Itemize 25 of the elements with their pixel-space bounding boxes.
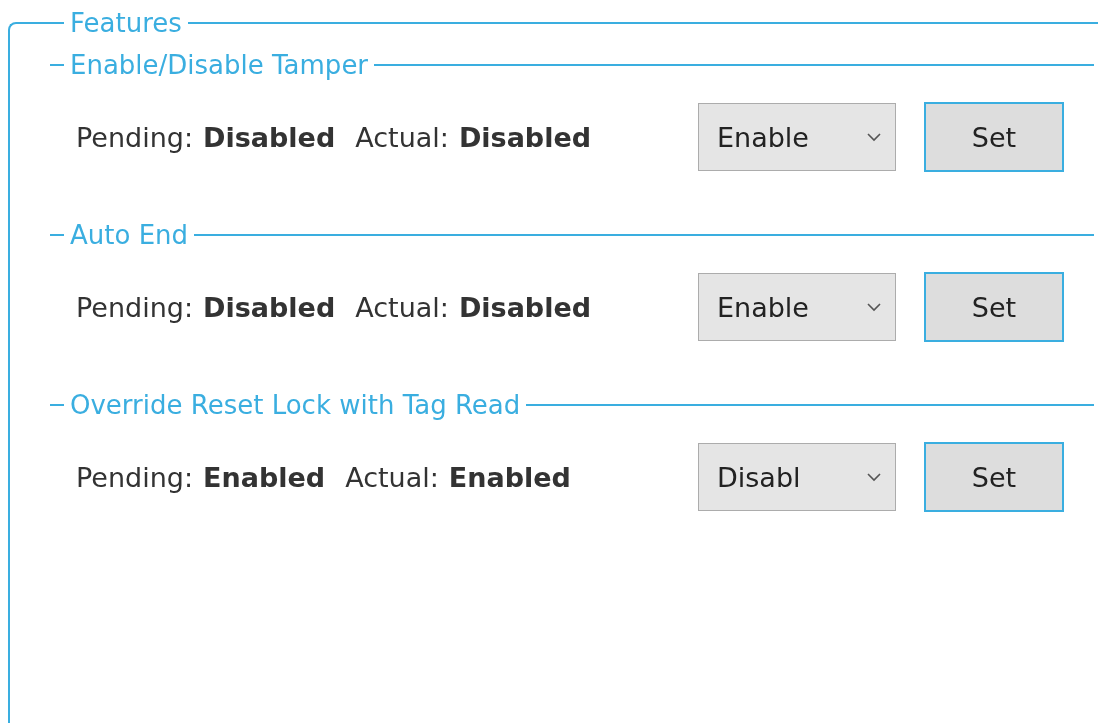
chevron-down-icon: [867, 472, 881, 482]
pending-value: Enabled: [203, 461, 326, 493]
set-button[interactable]: Set: [924, 102, 1064, 172]
section-title: Enable/Disable Tamper: [69, 50, 370, 80]
chevron-down-icon: [867, 302, 881, 312]
set-button[interactable]: Set: [924, 272, 1064, 342]
pending-label: Pending:: [76, 291, 194, 323]
actual-value: Disabled: [458, 121, 592, 153]
group-title: Features: [69, 8, 183, 38]
pending-value: Disabled: [203, 121, 336, 153]
pending-label: Pending:: [76, 121, 194, 153]
chevron-down-icon: [867, 132, 881, 142]
option-dropdown[interactable]: Enable: [698, 103, 896, 171]
option-dropdown[interactable]: Enable: [698, 273, 896, 341]
set-button[interactable]: Set: [924, 442, 1064, 512]
pending-value: Disabled: [203, 291, 336, 323]
actual-value: Disabled: [458, 291, 592, 323]
actual-value: Enabled: [448, 461, 571, 493]
section-title: Override Reset Lock with Tag Read: [69, 390, 522, 420]
actual-label: Actual:: [355, 291, 449, 323]
section-title: Auto End: [69, 220, 190, 250]
actual-label: Actual:: [345, 461, 439, 493]
option-dropdown[interactable]: Disabl: [698, 443, 896, 511]
actual-label: Actual:: [355, 121, 449, 153]
pending-label: Pending:: [76, 461, 194, 493]
